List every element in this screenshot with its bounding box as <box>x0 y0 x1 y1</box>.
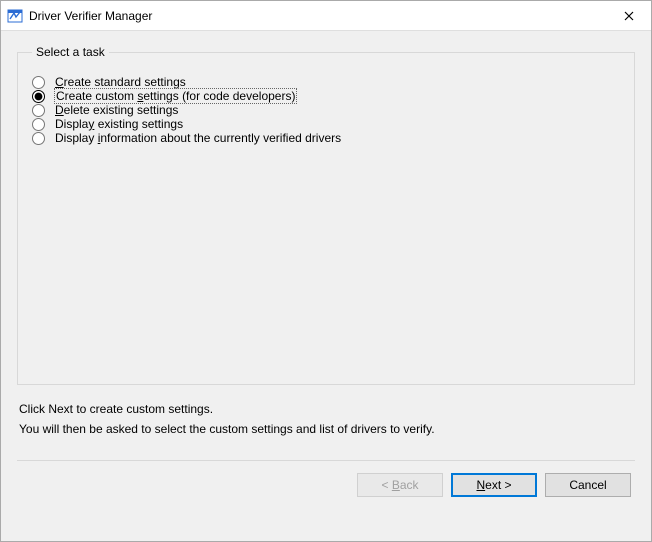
radio-display-existing[interactable]: Display existing settings <box>32 117 620 131</box>
cancel-button[interactable]: Cancel <box>545 473 631 497</box>
description-text: Click Next to create custom settings. Yo… <box>19 399 633 440</box>
button-row: < Back Next > Cancel <box>17 461 635 511</box>
dialog-window: Driver Verifier Manager Select a task Cr… <box>0 0 652 542</box>
client-area: Select a task Create standard settings C… <box>1 31 651 541</box>
back-button[interactable]: < Back <box>357 473 443 497</box>
radio-input[interactable] <box>32 90 45 103</box>
description-line2: You will then be asked to select the cus… <box>19 419 633 439</box>
radio-display-info[interactable]: Display information about the currently … <box>32 131 620 145</box>
radio-label: Create standard settings <box>55 75 186 89</box>
next-button[interactable]: Next > <box>451 473 537 497</box>
task-group: Select a task Create standard settings C… <box>17 45 635 385</box>
titlebar: Driver Verifier Manager <box>1 1 651 31</box>
radio-input[interactable] <box>32 104 45 117</box>
group-legend: Select a task <box>32 45 109 59</box>
close-button[interactable] <box>607 1 651 30</box>
radio-label: Create custom settings (for code develop… <box>55 89 296 103</box>
radio-label: Display information about the currently … <box>55 131 341 145</box>
radio-input[interactable] <box>32 118 45 131</box>
window-title: Driver Verifier Manager <box>29 9 607 23</box>
radio-label: Delete existing settings <box>55 103 178 117</box>
radio-input[interactable] <box>32 132 45 145</box>
radio-list: Create standard settings Create custom s… <box>32 69 620 145</box>
radio-label: Display existing settings <box>55 117 183 131</box>
radio-create-custom[interactable]: Create custom settings (for code develop… <box>32 89 620 103</box>
radio-create-standard[interactable]: Create standard settings <box>32 75 620 89</box>
radio-delete-existing[interactable]: Delete existing settings <box>32 103 620 117</box>
radio-input[interactable] <box>32 76 45 89</box>
description-line1: Click Next to create custom settings. <box>19 399 633 419</box>
app-icon <box>7 8 23 24</box>
